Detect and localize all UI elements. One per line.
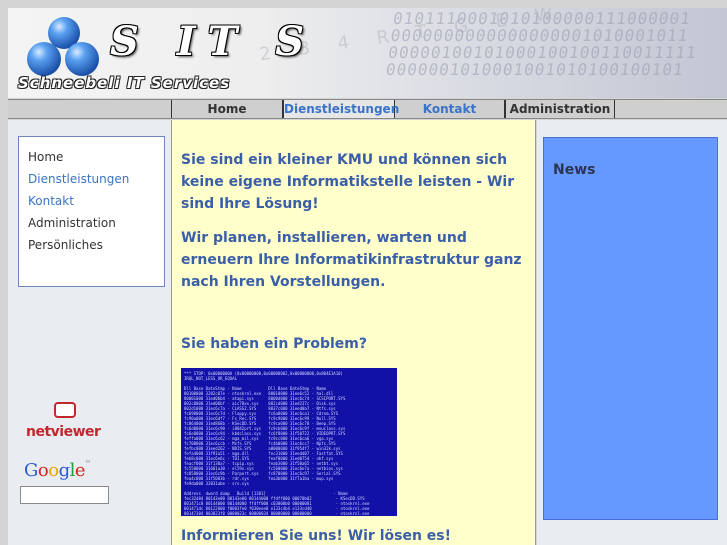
problem-heading: Sie haben ein Problem? <box>181 336 367 352</box>
speech-bubble-icon <box>54 402 76 418</box>
right-sidebar: News <box>537 120 727 545</box>
inform-text: Informieren Sie uns! Wir lösen es! <box>181 528 452 544</box>
google-logo: Google™ <box>24 460 91 481</box>
top-navigation: Home Dienstleistungen Kontakt Administra… <box>8 99 727 119</box>
sidebar-item-persoenliches[interactable]: Persönliches <box>19 234 164 256</box>
nav-home[interactable]: Home <box>172 100 283 118</box>
nav-administration[interactable]: Administration <box>505 100 615 118</box>
nav-dienstleistungen[interactable]: Dienstleistungen <box>283 100 399 118</box>
netviewer-link[interactable]: netviewer <box>26 402 106 440</box>
nav-spacer <box>8 100 172 118</box>
brand-tagline: Schneebeli IT Services <box>18 74 231 92</box>
sidebar-item-dienstleistungen[interactable]: Dienstleistungen <box>19 168 164 190</box>
blue-screen-image: *** STOP: 0x0000000A (0x00000000,0x00000… <box>181 368 397 516</box>
sidebar-item-administration[interactable]: Administration <box>19 212 164 234</box>
main-content: Sie sind ein kleiner KMU und können sich… <box>172 120 536 545</box>
sidebar-menu: Home Dienstleistungen Kontakt Administra… <box>18 136 165 287</box>
news-panel: News <box>543 137 718 520</box>
news-title: News <box>553 162 596 178</box>
google-search-input[interactable] <box>20 486 109 504</box>
header-banner: 0101110001010100000111000001 00000000000… <box>8 8 727 98</box>
logo-spheres-icon <box>27 17 99 76</box>
intro-text: Sie sind ein kleiner KMU und können sich… <box>181 152 515 212</box>
netviewer-label: netviewer <box>26 424 101 440</box>
sidebar-item-home[interactable]: Home <box>19 146 164 168</box>
sidebar-item-kontakt[interactable]: Kontakt <box>19 190 164 212</box>
left-sidebar: Home Dienstleistungen Kontakt Administra… <box>8 120 172 545</box>
brand-logo-text: S IT S <box>110 18 317 65</box>
nav-kontakt[interactable]: Kontakt <box>395 100 505 118</box>
page: 0101110001010100000111000001 00000000000… <box>0 0 727 545</box>
plan-text: Wir planen, installieren, warten und ern… <box>181 230 522 290</box>
